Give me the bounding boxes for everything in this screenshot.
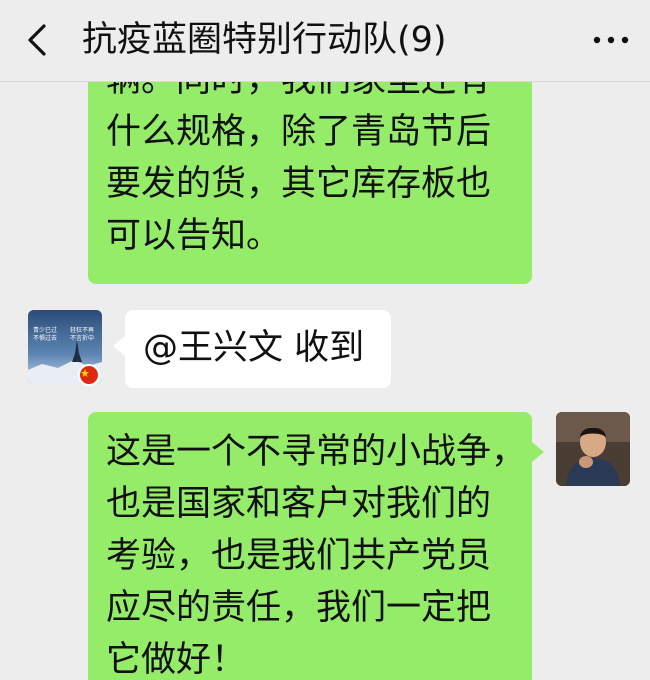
message-line: 应尽的责任，我们一定把 (106, 588, 492, 628)
message-text: @王兴文 收到 (143, 328, 365, 368)
self-avatar[interactable] (556, 412, 630, 486)
avatar-caption: 不惧过去 (33, 334, 57, 342)
avatar-caption: 不言折中 (70, 334, 94, 342)
ellipsis-icon (593, 36, 629, 44)
message-bubble[interactable]: @王兴文 收到 (113, 310, 391, 388)
avatar-caption: 青少已过 (33, 326, 57, 334)
message-line: 可以告知。 (106, 216, 282, 256)
back-button[interactable] (18, 20, 58, 60)
message-text: 辆。同时，我们家里还有 什么规格，除了青岛节后 要发的货，其它库存板也 可以告知… (106, 82, 514, 262)
message-line: 辆。同时，我们家里还有 (106, 82, 514, 106)
message-bubble[interactable]: 辆。同时，我们家里还有 什么规格，除了青岛节后 要发的货，其它库存板也 可以告知… (88, 82, 532, 284)
message-line: 什么规格，除了青岛节后 (106, 112, 492, 152)
more-button[interactable] (586, 20, 636, 60)
message-line: 它做好！ (106, 640, 247, 680)
message-line: 也是国家和客户对我们的 (106, 484, 492, 524)
message-bubble[interactable]: 这是一个不寻常的小战争， 也是国家和客户对我们的 考验，也是我们共产党员 应尽的… (88, 412, 544, 680)
message-line: 这是一个不寻常的小战争， (106, 432, 527, 472)
message-line: 要发的货，其它库存板也 (106, 164, 492, 204)
chat-title: 抗疫蓝圈特别行动队(9) (82, 20, 447, 60)
china-flag-icon (78, 364, 100, 386)
chevron-left-icon (28, 24, 46, 56)
chat-header: 抗疫蓝圈特别行动队(9) (0, 0, 650, 82)
avatar-caption: 轻狂不再 (70, 326, 94, 334)
message-line: 考验，也是我们共产党员 (106, 536, 492, 576)
message-list[interactable]: 辆。同时，我们家里还有 什么规格，除了青岛节后 要发的货，其它库存板也 可以告知… (0, 82, 650, 680)
person-avatar (556, 412, 630, 486)
